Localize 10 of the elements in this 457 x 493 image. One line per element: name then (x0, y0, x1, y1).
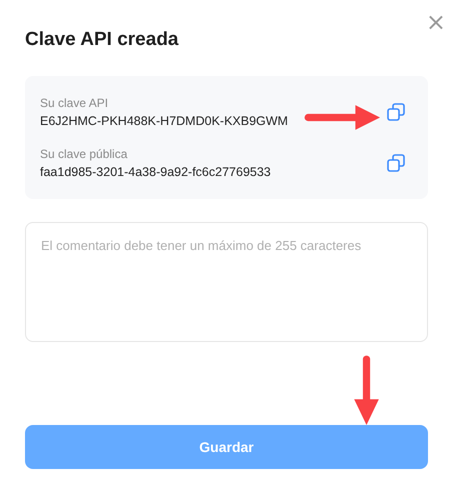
close-button[interactable]: × (422, 10, 450, 34)
key-value: E6J2HMC-PKH488K-H7DMD0K-KXB9GWM (40, 114, 288, 128)
copy-icon[interactable] (386, 153, 406, 173)
comment-field[interactable]: El comentario debe tener un máximo de 255 caracteres (25, 222, 428, 342)
copy-icon[interactable] (386, 102, 406, 122)
dialog-title: Clave API creada (25, 29, 178, 51)
key-label: Su clave API (40, 96, 110, 110)
key-value: faa1d985-3201-4a38-9a92-fc6c27769533 (40, 165, 271, 179)
save-button[interactable]: Guardar (25, 425, 428, 469)
key-label: Su clave pública (40, 147, 128, 161)
